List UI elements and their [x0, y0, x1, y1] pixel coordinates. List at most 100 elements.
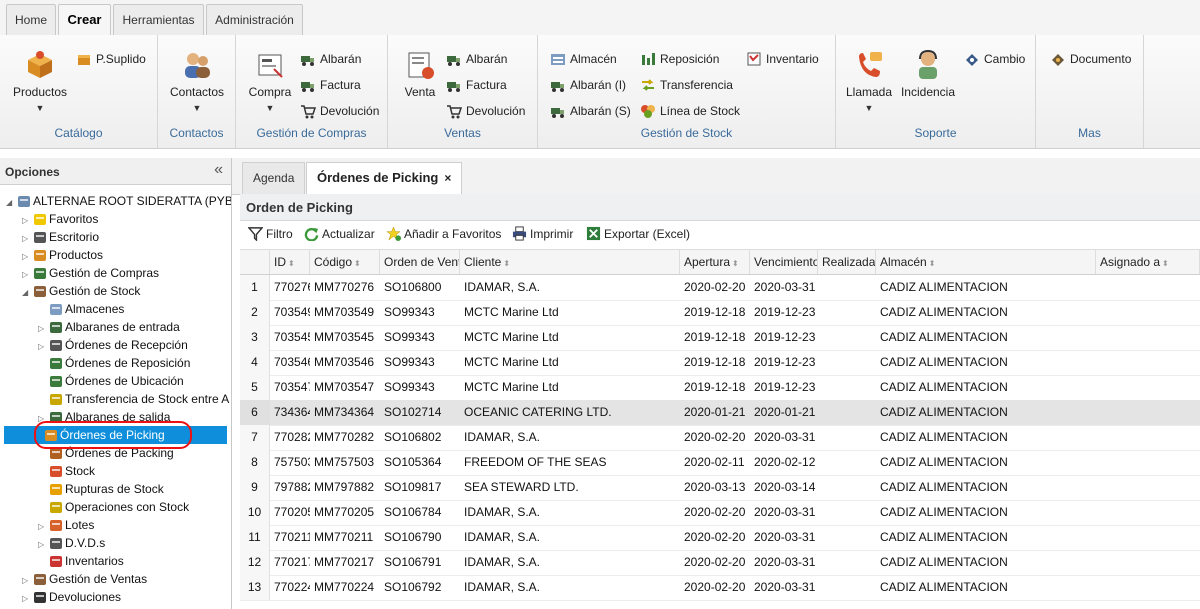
tree-item[interactable]: ◢ ALTERNAE ROOT SIDERATTA (PYB) — [6, 192, 231, 212]
tree-item[interactable]: ▷ Devoluciones — [22, 588, 121, 606]
column-header[interactable]: Almacén ⬍ — [876, 250, 1096, 274]
tree-item[interactable]: Órdenes de Packing — [38, 444, 174, 462]
albaran-i-button[interactable]: Albarán (I) — [550, 76, 626, 94]
inventario-button[interactable]: Inventario — [746, 50, 819, 68]
compra-devolucion-button[interactable]: Devolución — [300, 102, 379, 120]
tree-item[interactable]: ▷ Favoritos — [22, 210, 98, 228]
psuplido-button[interactable]: P.Suplido — [76, 50, 146, 68]
tab-herramientas[interactable]: Herramientas — [113, 4, 204, 35]
tab-agenda[interactable]: Agenda — [242, 162, 306, 194]
tree-item[interactable]: Órdenes de Picking — [4, 426, 227, 444]
filtro-button[interactable]: Filtro — [248, 227, 293, 242]
picking-grid: ID⬍Código⬍Orden de Venta⬍Cliente⬍Apertur… — [240, 250, 1200, 609]
collapse-icon[interactable]: « — [214, 161, 223, 179]
sort-icon[interactable]: ⬍ — [929, 259, 936, 268]
actualizar-button[interactable]: Actualizar — [304, 227, 375, 242]
table-row[interactable]: 1 770276 MM770276 SO106800 IDAMAR, S.A. 2020-… — [240, 275, 1200, 301]
expand-toggle-icon[interactable]: ◢ — [6, 194, 16, 212]
tree-item[interactable]: ▷ Albaranes de salida — [38, 408, 170, 426]
imprimir-button[interactable]: Imprimir — [512, 226, 573, 242]
sort-icon[interactable]: ⬍ — [288, 259, 295, 268]
cambio-button[interactable]: Cambio — [964, 50, 1025, 68]
tab-crear[interactable]: Crear — [58, 4, 111, 36]
compra-button[interactable]: Compra ▼ — [246, 49, 294, 113]
venta-factura-button[interactable]: Factura — [446, 76, 507, 94]
column-header[interactable]: Orden de Venta⬍ — [380, 250, 460, 274]
reposicion-button[interactable]: Reposición — [640, 50, 719, 68]
table-row[interactable]: 10 770205 MM770205 SO106784 IDAMAR, S.A. 2020… — [240, 500, 1200, 526]
column-header[interactable]: Asignado a ⬍ — [1096, 250, 1200, 274]
column-header[interactable]: Realizada — [818, 250, 876, 274]
tab-administracion[interactable]: Administración — [206, 4, 303, 35]
cell-codigo: MM770211 — [314, 530, 374, 544]
tree-item[interactable]: ▷ D.V.D.s — [38, 534, 105, 552]
cell-orden: SO106800 — [384, 280, 442, 294]
sort-icon[interactable]: ⬍ — [732, 259, 739, 268]
tree-item[interactable]: ▷ Lotes — [38, 516, 94, 534]
almacen-button[interactable]: Almacén — [550, 50, 617, 68]
linea-stock-button[interactable]: Línea de Stock — [640, 102, 740, 120]
printer-icon — [512, 226, 527, 241]
venta-button[interactable]: Venta — [398, 49, 442, 99]
sort-icon[interactable]: ⬍ — [1162, 259, 1169, 268]
tree-item[interactable]: ◢ Gestión de Stock — [22, 282, 140, 300]
tree-item[interactable]: Órdenes de Reposición — [38, 354, 190, 372]
table-row[interactable]: 5 703547 MM703547 SO99343 MCTC Marine Ltd 201… — [240, 375, 1200, 401]
table-row[interactable]: 11 770211 MM770211 SO106790 IDAMAR, S.A. 2020… — [240, 525, 1200, 551]
productos-button[interactable]: Productos ▼ — [8, 49, 72, 113]
cell-realizada — [818, 550, 876, 575]
tree-item[interactable]: ▷ Albaranes de entrada — [38, 318, 180, 336]
tree-item[interactable]: ▷ Productos — [22, 246, 103, 264]
compra-albaran-button[interactable]: Albarán — [300, 50, 361, 68]
table-row[interactable]: 12 770217 MM770217 SO106791 IDAMAR, S.A. 2020… — [240, 550, 1200, 576]
sort-icon[interactable]: ⬍ — [354, 259, 361, 268]
transferencia-button[interactable]: Transferencia — [640, 76, 733, 94]
tree-item[interactable]: Órdenes de Ubicación — [38, 372, 184, 390]
expand-toggle-icon[interactable]: ◢ — [22, 284, 32, 302]
column-header[interactable]: Cliente ⬍ — [460, 250, 680, 274]
tree-item[interactable]: ▷ Órdenes de Recepción — [38, 336, 188, 354]
tree-item[interactable]: Operaciones con Stock — [38, 498, 189, 516]
tree-item[interactable]: ▷ Escritorio — [22, 228, 99, 246]
compra-factura-button[interactable]: Factura — [300, 76, 361, 94]
group-stock: Almacén Albarán (I) Albarán (S) Reposici… — [538, 35, 836, 148]
cell-codigo: MM797882 — [314, 480, 375, 494]
column-header[interactable]: Vencimiento⬍ — [750, 250, 818, 274]
venta-albaran-button[interactable]: Albarán — [446, 50, 507, 68]
tree-item[interactable]: Rupturas de Stock — [38, 480, 164, 498]
sort-icon[interactable]: ⬍ — [503, 259, 510, 268]
table-row[interactable]: 9 797882 MM797882 SO109817 SEA STEWARD LTD. 2… — [240, 475, 1200, 501]
cell-apertura: 2020-01-21 — [684, 405, 746, 419]
table-row[interactable]: 4 703546 MM703546 SO99343 MCTC Marine Ltd 201… — [240, 350, 1200, 376]
albaran-s-button[interactable]: Albarán (S) — [550, 102, 631, 120]
incidencia-button[interactable]: Incidencia — [898, 49, 958, 99]
table-row[interactable]: 6 734364 MM734364 SO102714 OCEANIC CATERING … — [240, 400, 1200, 426]
tree-item[interactable]: ▷ Gestión de Compras — [22, 264, 159, 282]
table-row[interactable]: 7 770282 MM770282 SO106802 IDAMAR, S.A. 2020-… — [240, 425, 1200, 451]
table-row[interactable]: 13 770224 MM770224 SO106792 IDAMAR, S.A. 2020… — [240, 575, 1200, 601]
documento-button[interactable]: Documento — [1050, 50, 1131, 68]
contactos-button[interactable]: Contactos ▼ — [164, 49, 230, 113]
cell-apertura: 2020-02-20 — [684, 280, 746, 294]
tree-item[interactable]: ▷ Gestión de Ventas — [22, 570, 147, 588]
tree-item[interactable]: Stock — [38, 462, 95, 480]
column-header[interactable]: Apertura ⬍ — [680, 250, 750, 274]
column-header[interactable]: ID ⬍ — [270, 250, 310, 274]
tree-item[interactable]: Inventarios — [38, 552, 124, 570]
venta-devolucion-button[interactable]: Devolución — [446, 102, 525, 120]
tab-ordenes-picking[interactable]: Órdenes de Picking × — [306, 162, 463, 195]
llamada-label: Llamada — [845, 85, 893, 99]
table-row[interactable]: 8 757503 MM757503 SO105364 FREEDOM OF THE SE… — [240, 450, 1200, 476]
table-row[interactable]: 3 703545 MM703545 SO99343 MCTC Marine Ltd 201… — [240, 325, 1200, 351]
anadir-favoritos-button[interactable]: Añadir a Favoritos — [386, 226, 501, 242]
expand-toggle-icon[interactable]: ▷ — [22, 590, 32, 608]
tree-item[interactable]: Almacenes — [38, 300, 124, 318]
table-row[interactable]: 2 703549 MM703549 SO99343 MCTC Marine Ltd 201… — [240, 300, 1200, 326]
group-label: Ventas — [444, 126, 481, 140]
llamada-button[interactable]: Llamada ▼ — [842, 49, 896, 113]
column-header[interactable]: Código ⬍ — [310, 250, 380, 274]
tree-item[interactable]: Transferencia de Stock entre A — [38, 390, 229, 408]
tab-home[interactable]: Home — [6, 4, 56, 35]
close-icon[interactable]: × — [444, 171, 451, 185]
exportar-excel-button[interactable]: Exportar (Excel) — [586, 227, 690, 242]
